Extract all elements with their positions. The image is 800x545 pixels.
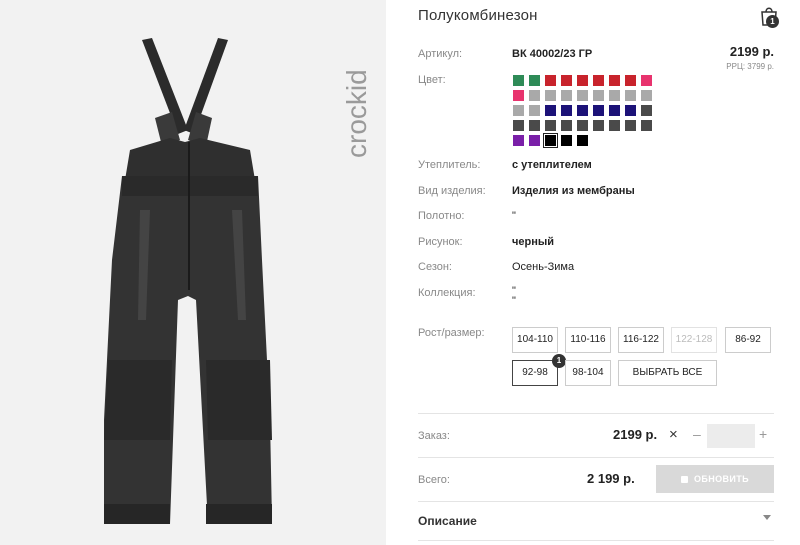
color-swatch[interactable] (593, 75, 604, 86)
insulation-value: с утеплителем (512, 159, 592, 171)
color-swatch[interactable] (561, 105, 572, 116)
product-photo[interactable]: crockid (0, 0, 386, 545)
size-option-110-116[interactable]: 110-116 (565, 327, 611, 353)
color-swatch[interactable] (609, 90, 620, 101)
cart-icon (680, 475, 688, 483)
color-swatch[interactable] (529, 135, 540, 146)
type-value: Изделия из мембраны (512, 185, 635, 197)
color-swatch[interactable] (513, 90, 524, 101)
cart-count-badge: 1 (766, 15, 779, 28)
product-price: 2199 р. (729, 44, 774, 59)
color-swatch[interactable] (513, 75, 524, 86)
color-swatch[interactable] (561, 75, 572, 86)
divider (418, 413, 774, 414)
divider (418, 540, 774, 541)
fabric-value: " (512, 210, 516, 222)
color-swatch[interactable] (625, 105, 636, 116)
svg-text:crockid: crockid (341, 69, 372, 158)
color-swatch[interactable] (577, 90, 588, 101)
color-swatch[interactable] (593, 105, 604, 116)
color-swatch[interactable] (545, 105, 556, 116)
pattern-label: Рисунок: (418, 236, 463, 248)
color-swatch[interactable] (625, 120, 636, 131)
size-option-86-92[interactable]: 86-92 (725, 327, 771, 353)
color-swatch[interactable] (609, 75, 620, 86)
color-swatch[interactable] (593, 90, 604, 101)
size-option-122-128: 122-128 (671, 327, 717, 353)
size-option-116-122[interactable]: 116-122 (618, 327, 664, 353)
quantity-increase-button[interactable]: + (759, 426, 767, 442)
color-swatch[interactable] (513, 120, 524, 131)
size-option-98-104[interactable]: 98-104 (565, 360, 611, 386)
color-swatch[interactable] (529, 120, 540, 131)
article-value: ВК 40002/23 ГР (512, 48, 593, 60)
type-label: Вид изделия: (418, 185, 486, 197)
color-swatch[interactable] (545, 75, 556, 86)
season-label: Сезон: (418, 261, 452, 273)
color-swatches (513, 75, 663, 148)
size-option-104-110[interactable]: 104-110 (512, 327, 558, 353)
color-swatch[interactable] (641, 120, 652, 131)
color-swatch[interactable] (641, 90, 652, 101)
update-button-label: ОБНОВИТЬ (693, 474, 750, 484)
color-swatch[interactable] (561, 90, 572, 101)
fabric-label: Полотно: (418, 210, 465, 222)
insulation-label: Утеплитель: (418, 159, 481, 171)
color-swatch[interactable] (529, 75, 540, 86)
product-details-panel: Полукомбинезон 1 Артикул: ВК 40002/23 ГР… (418, 0, 779, 545)
color-swatch[interactable] (577, 105, 588, 116)
color-label: Цвет: (418, 74, 446, 86)
order-price: 2199 р. (613, 427, 658, 442)
color-swatch[interactable] (577, 75, 588, 86)
color-swatch[interactable] (577, 135, 588, 146)
color-swatch[interactable] (641, 75, 652, 86)
remove-item-icon[interactable]: × (669, 426, 678, 443)
chevron-down-icon[interactable] (763, 515, 771, 520)
product-title: Полукомбинезон (418, 7, 538, 24)
color-swatch[interactable] (513, 135, 524, 146)
selected-size-count-badge: 1 (552, 354, 566, 368)
total-value: 2 199 р. (587, 471, 635, 486)
color-swatch[interactable] (561, 120, 572, 131)
color-swatch[interactable] (609, 120, 620, 131)
color-swatch[interactable] (545, 90, 556, 101)
color-swatch[interactable] (641, 105, 652, 116)
size-label: Рост/размер: (418, 327, 485, 339)
quantity-input[interactable] (707, 424, 755, 448)
color-swatch[interactable] (625, 90, 636, 101)
collection-value-2: " (512, 295, 516, 307)
color-swatch[interactable] (529, 90, 540, 101)
select-all-sizes-button[interactable]: ВЫБРАТЬ ВСЕ (618, 360, 717, 386)
color-swatch[interactable] (577, 120, 588, 131)
divider (418, 457, 774, 458)
color-swatch[interactable] (513, 105, 524, 116)
size-options: 104-110 110-116 116-122 122-128 86-92 92… (512, 327, 774, 387)
description-toggle[interactable]: Описание (418, 514, 477, 528)
collection-label: Коллекция: (418, 287, 476, 299)
color-swatch[interactable] (545, 120, 556, 131)
product-image (104, 38, 272, 524)
color-swatch[interactable] (543, 133, 558, 148)
pattern-value: черный (512, 236, 555, 248)
color-swatch[interactable] (609, 105, 620, 116)
recommended-retail-price: РРЦ: 3799 р. (726, 62, 774, 71)
size-option-92-98[interactable]: 92-98 (512, 360, 558, 386)
quantity-decrease-button[interactable]: – (693, 426, 701, 442)
color-swatch[interactable] (561, 135, 572, 146)
color-swatch[interactable] (529, 105, 540, 116)
order-label: Заказ: (418, 430, 450, 442)
season-value: Осень-Зима (512, 261, 575, 273)
brand-logo: crockid (341, 69, 372, 158)
divider (418, 501, 774, 502)
total-label: Всего: (418, 474, 450, 486)
color-swatch[interactable] (593, 120, 604, 131)
update-button[interactable]: ОБНОВИТЬ (656, 465, 774, 493)
article-label: Артикул: (418, 48, 463, 60)
color-swatch[interactable] (625, 75, 636, 86)
